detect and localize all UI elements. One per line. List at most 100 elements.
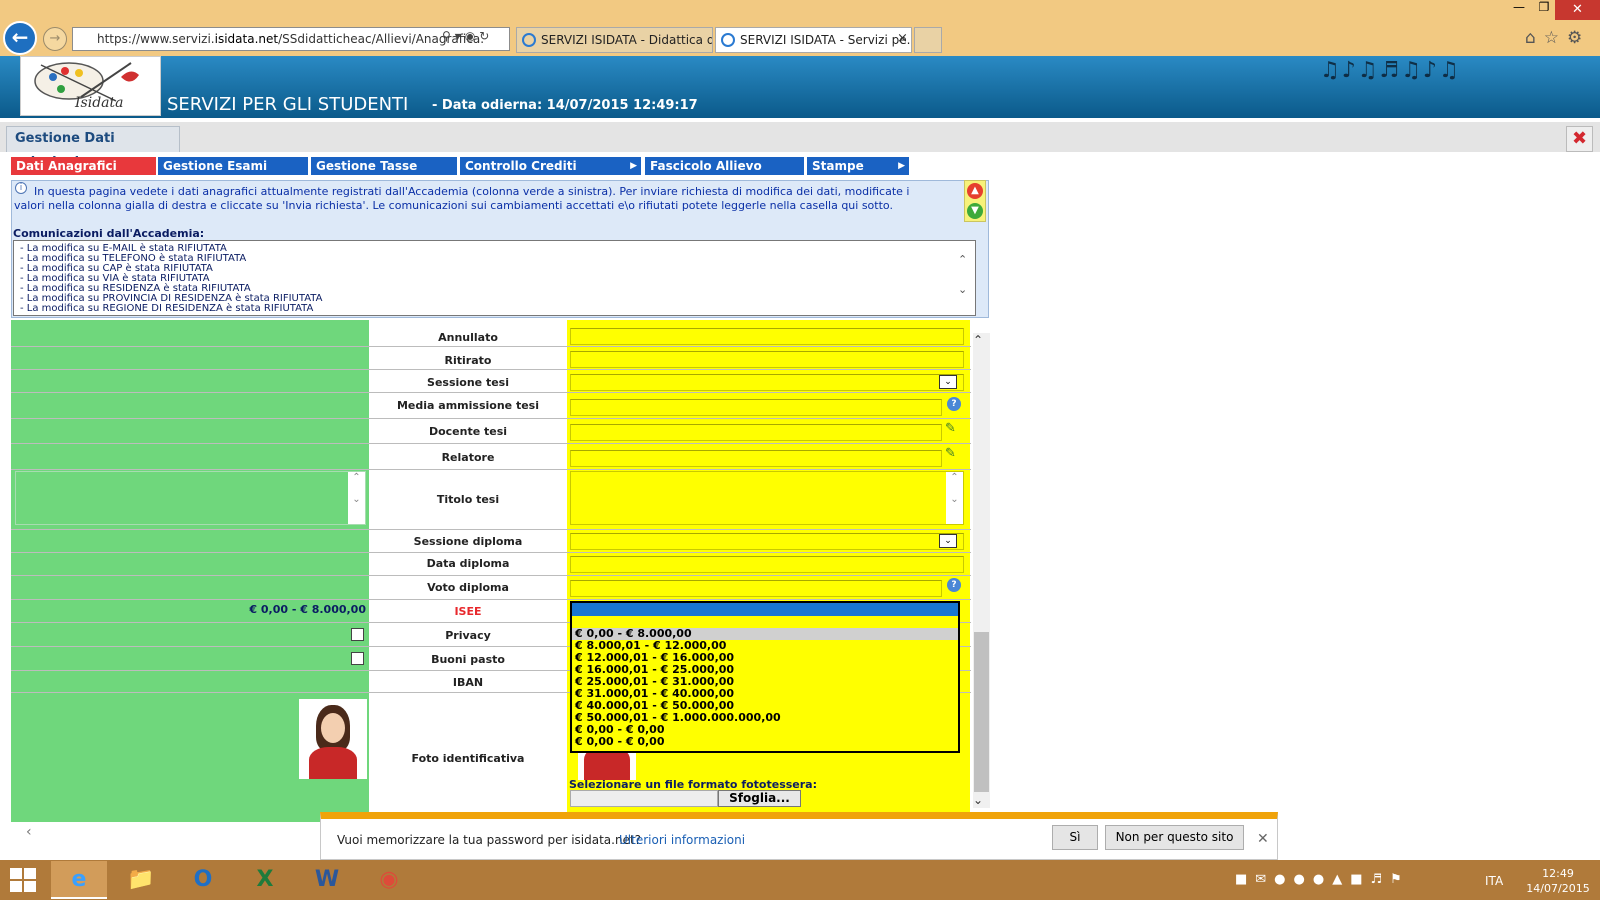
forward-arrow-icon[interactable]: → — [43, 27, 67, 51]
home-star-gear-icons[interactable]: ⌂☆⚙ — [1525, 28, 1590, 48]
more-info-link[interactable]: Ulteriori informazioni — [619, 833, 745, 847]
language-indicator[interactable]: ITA — [1485, 874, 1503, 888]
data-diploma-input[interactable] — [570, 556, 964, 573]
maximize-icon[interactable]: ❐ — [1531, 0, 1557, 18]
isee-current-value: € 0,00 - € 8.000,00 — [249, 603, 366, 616]
tab-label: SERVIZI ISIDATA - Didattica del... — [541, 33, 712, 47]
close-icon[interactable]: ✕ — [1257, 831, 1269, 847]
ie-icon — [522, 33, 536, 47]
row-divider — [11, 469, 971, 470]
submenu-arrow-icon: ▶ — [898, 161, 905, 171]
label-ritirato: Ritirato — [444, 354, 492, 367]
label-sessione-diploma: Sessione diploma — [413, 535, 523, 548]
menu-gestione-esami[interactable]: Gestione Esami — [158, 157, 308, 175]
address-search-icon[interactable]: ⚲▾◉↻ — [442, 29, 493, 43]
clock-date: 14/07/2015 — [1526, 882, 1590, 895]
clock[interactable]: 12:49 14/07/2015 — [1518, 866, 1598, 896]
menu-fascicolo-allievo[interactable]: Fascicolo Allievo — [645, 157, 804, 175]
window-close-icon[interactable]: ✕ — [1555, 0, 1600, 20]
titolo-tesi-textarea[interactable] — [570, 471, 964, 525]
row-divider — [11, 392, 971, 393]
submenu-arrow-icon: ▶ — [630, 161, 637, 171]
windows-start-icon[interactable] — [10, 868, 38, 894]
internet-explorer-icon[interactable]: e — [51, 861, 107, 899]
label-data-diploma: Data diploma — [426, 557, 510, 570]
help-icon[interactable]: ? — [947, 397, 961, 411]
annullato-input[interactable] — [570, 328, 964, 345]
menu-label: Gestione Tasse — [316, 159, 418, 173]
row-divider — [11, 443, 971, 444]
chevron-left-icon[interactable]: ‹ — [26, 824, 32, 840]
communications-box[interactable]: - La modifica su E-MAIL è stata RIFIUTAT… — [13, 240, 976, 316]
scroll-down-icon[interactable]: ▼ — [967, 203, 983, 219]
new-tab-button[interactable] — [914, 27, 942, 53]
scroll-up-icon[interactable]: ▲ — [967, 183, 983, 199]
label-relatore: Relatore — [441, 451, 495, 464]
back-arrow-icon[interactable]: ← — [3, 21, 37, 55]
tab-close-icon[interactable]: × — [897, 31, 908, 46]
docente-tesi-input[interactable] — [570, 424, 942, 441]
excel-icon[interactable]: X — [237, 861, 293, 899]
isee-dropdown-header — [572, 603, 958, 616]
chevron-up-icon[interactable]: ⌃ — [973, 333, 983, 347]
clock-time: 12:49 — [1542, 867, 1574, 880]
isee-dropdown[interactable]: € 0,00 - € 8.000,00 € 8.000,01 - € 12.00… — [570, 601, 960, 753]
close-page-icon[interactable]: ✖ — [1566, 126, 1593, 152]
row-divider — [11, 599, 971, 600]
voto-diploma-input[interactable] — [570, 580, 942, 597]
row-divider — [11, 346, 971, 347]
music-notes-decoration: ♫♪♫♬♫♪♫ — [1320, 58, 1461, 83]
ritirato-input[interactable] — [570, 351, 964, 368]
sessione-tesi-select[interactable] — [570, 374, 964, 391]
system-tray-icons[interactable]: ■✉●●●▲■♬⚑ — [1235, 872, 1410, 887]
tab-label: SERVIZI ISIDATA - Servizi pe... — [740, 33, 912, 47]
label-privacy: Privacy — [445, 629, 491, 642]
not-for-this-site-button[interactable]: Non per questo sito — [1105, 825, 1244, 850]
current-date: - Data odierna: 14/07/2015 12:49:17 — [432, 98, 698, 113]
label-annullato: Annullato — [438, 331, 498, 344]
media-ammissione-input[interactable] — [570, 399, 942, 416]
communications-scrollbar[interactable]: ⌃ ⌄ — [954, 241, 974, 315]
word-icon[interactable]: W — [299, 861, 355, 899]
row-divider — [11, 529, 971, 530]
label-docente-tesi: Docente tesi — [428, 425, 508, 438]
menu-gestione-tasse[interactable]: Gestione Tasse — [311, 157, 457, 175]
sessione-diploma-select[interactable] — [570, 533, 964, 550]
chrome-icon[interactable]: ◉ — [361, 861, 417, 899]
list-item: - La modifica su REGIONE DI RESIDENZA è … — [20, 303, 314, 314]
row-divider — [11, 369, 971, 370]
textarea-scrollbar[interactable]: ⌃ ⌄ — [348, 472, 365, 524]
isee-option[interactable]: € 0,00 - € 0,00 — [572, 736, 958, 748]
chevron-down-icon[interactable]: ⌄ — [973, 793, 983, 807]
file-path-input[interactable] — [570, 790, 718, 807]
relatore-input[interactable] — [570, 450, 942, 467]
browser-tab-didattica[interactable]: SERVIZI ISIDATA - Didattica del... — [516, 27, 713, 53]
buoni-pasto-checkbox[interactable] — [351, 652, 364, 665]
edit-icon[interactable]: ✎ — [945, 446, 961, 461]
chevron-down-icon[interactable]: ⌄ — [939, 534, 957, 548]
avatar-current — [299, 699, 367, 779]
minimize-icon[interactable]: — — [1506, 0, 1532, 18]
chevron-down-icon[interactable]: ⌄ — [939, 375, 957, 389]
tab-gestione-dati[interactable]: Gestione Dati principale — [6, 126, 180, 170]
yes-button[interactable]: Sì — [1052, 825, 1098, 850]
form-scrollbar-thumb[interactable] — [974, 632, 989, 792]
menu-label: Gestione Esami — [163, 159, 268, 173]
help-icon[interactable]: ? — [947, 578, 961, 592]
menu-label: Fascicolo Allievo — [650, 159, 762, 173]
site-title: SERVIZI PER GLI STUDENTI — [167, 94, 409, 115]
edit-icon[interactable]: ✎ — [945, 421, 961, 436]
row-divider — [11, 575, 971, 576]
textarea-scrollbar[interactable]: ⌃ ⌄ — [946, 472, 963, 524]
menu-stampe[interactable]: Stampe ▶ — [807, 157, 909, 175]
label-buoni-pasto: Buoni pasto — [431, 653, 505, 666]
privacy-checkbox[interactable] — [351, 628, 364, 641]
menu-dati-anagrafici[interactable]: Dati Anagrafici — [11, 157, 156, 175]
browse-button[interactable]: Sfoglia... — [718, 790, 801, 807]
ie-icon — [721, 33, 735, 47]
outlook-icon[interactable]: O — [175, 861, 231, 899]
file-explorer-icon[interactable]: 📁 — [113, 861, 169, 899]
browser-tab-servizi[interactable]: SERVIZI ISIDATA - Servizi pe... — [715, 27, 912, 53]
menu-controllo-crediti[interactable]: Controllo Crediti ▶ — [460, 157, 641, 175]
communications-label: Comunicazioni dall'Accademia: — [13, 227, 205, 240]
